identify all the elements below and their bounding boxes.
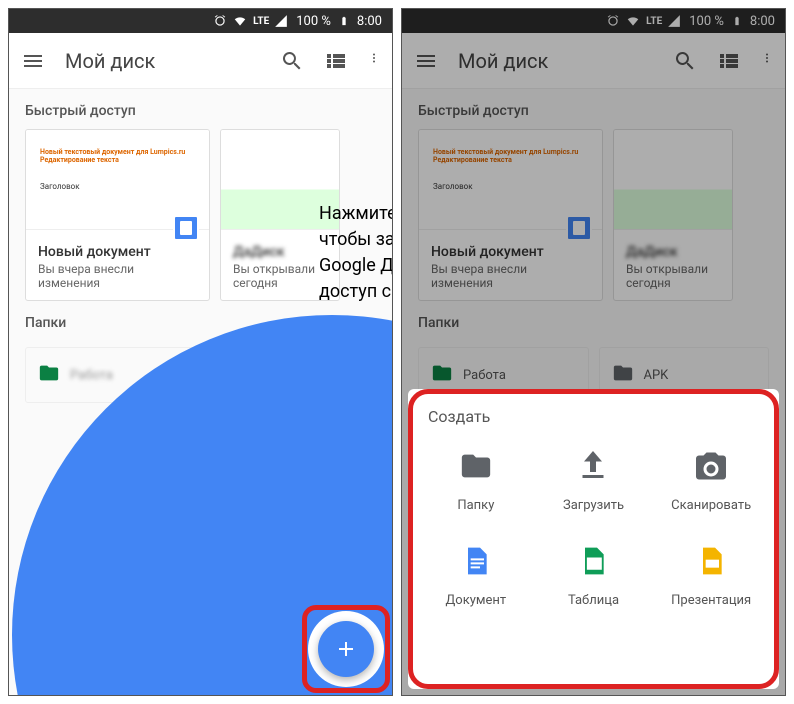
more-button[interactable] — [368, 49, 380, 73]
qa-title: Новый документ — [431, 244, 590, 260]
qa-title: ДаДиск — [626, 244, 720, 260]
view-toggle-button[interactable] — [717, 49, 741, 73]
folder-icon — [38, 362, 60, 388]
scan-button[interactable]: Сканировать — [657, 444, 765, 513]
clock-text: 8:00 — [750, 14, 775, 29]
quick-access-header: Быстрый доступ — [9, 89, 392, 129]
camera-icon — [689, 444, 733, 488]
item-label: Документ — [446, 593, 507, 608]
menu-button[interactable] — [21, 49, 45, 73]
signal-icon — [274, 14, 288, 28]
sheet-title: Создать — [422, 407, 765, 426]
app-bar: Мой диск — [9, 33, 392, 89]
lte-label: LTE — [646, 16, 662, 27]
alarm-icon — [213, 14, 227, 28]
clock-text: 8:00 — [357, 14, 382, 29]
list-view-icon — [717, 49, 741, 73]
battery-text: 100 % — [689, 14, 724, 29]
folder-icon — [431, 362, 453, 388]
create-slides-button[interactable]: Презентация — [657, 539, 765, 608]
quick-access-card[interactable]: Новый текстовый документ для Lumpics.ru … — [418, 129, 603, 301]
docs-badge-icon — [566, 215, 592, 241]
search-icon — [673, 49, 697, 73]
docs-badge-icon — [173, 215, 199, 241]
create-folder-button[interactable]: Папку — [422, 444, 530, 513]
battery-icon — [339, 14, 349, 28]
create-doc-button[interactable]: Документ — [422, 539, 530, 608]
qa-subtitle: Вы открывали сегодня — [626, 262, 720, 290]
status-bar: LTE 100 % 8:00 — [9, 9, 392, 33]
item-label: Сканировать — [671, 498, 751, 513]
qa-title: ДаДиск — [233, 244, 327, 260]
page-title: Мой диск — [458, 49, 653, 73]
sheet-thumbnail — [614, 130, 732, 230]
item-label: Таблица — [568, 593, 619, 608]
create-bottom-sheet: Создать Папку Загрузить Сканировать Доку… — [408, 389, 779, 689]
item-label: Загрузить — [563, 498, 624, 513]
app-bar: Мой диск — [402, 33, 785, 89]
folder-icon — [612, 362, 634, 388]
screen-create-sheet: LTE 100 % 8:00 Мой диск Быстрый доступ Н… — [401, 8, 786, 696]
hamburger-icon — [21, 49, 45, 73]
slides-icon — [689, 539, 733, 583]
coach-mark-text: Нажмите на значок "плюс", чтобы загрузит… — [319, 201, 393, 305]
doc-thumbnail: Новый текстовый документ для Lumpics.ru … — [419, 130, 602, 230]
folder-label: Работа — [463, 368, 506, 383]
item-label: Презентация — [671, 593, 751, 608]
page-title: Мой диск — [65, 49, 260, 73]
folders-header: Папки — [402, 301, 785, 341]
list-view-icon — [324, 49, 348, 73]
qa-subtitle: Вы вчера внесли изменения — [431, 262, 590, 290]
folder-label: APK — [644, 368, 669, 383]
wifi-icon — [625, 14, 641, 28]
more-vert-icon — [368, 52, 380, 64]
search-icon — [280, 49, 304, 73]
upload-button[interactable]: Загрузить — [540, 444, 648, 513]
battery-text: 100 % — [296, 14, 331, 29]
qa-title: Новый документ — [38, 244, 197, 260]
more-vert-icon — [761, 52, 773, 64]
search-button[interactable] — [280, 49, 304, 73]
doc-thumbnail: Новый текстовый документ для Lumpics.ru … — [26, 130, 209, 230]
quick-access-card[interactable]: ДаДиск Вы открывали сегодня — [613, 129, 733, 301]
folder-icon — [454, 444, 498, 488]
upload-icon — [571, 444, 615, 488]
menu-button[interactable] — [414, 49, 438, 73]
qa-subtitle: Вы открывали сегодня — [233, 262, 327, 290]
view-toggle-button[interactable] — [324, 49, 348, 73]
wifi-icon — [232, 14, 248, 28]
alarm-icon — [606, 14, 620, 28]
create-sheet-button[interactable]: Таблица — [540, 539, 648, 608]
docs-icon — [454, 539, 498, 583]
quick-access-row: Новый текстовый документ для Lumpics.ru … — [402, 129, 785, 301]
status-bar: LTE 100 % 8:00 — [402, 9, 785, 33]
folder-label: Работа — [70, 368, 113, 383]
search-button[interactable] — [673, 49, 697, 73]
quick-access-card[interactable]: Новый текстовый документ для Lumpics.ru … — [25, 129, 210, 301]
hamburger-icon — [414, 49, 438, 73]
item-label: Папку — [457, 498, 494, 513]
sheets-icon — [571, 539, 615, 583]
annotation-fab-highlight — [302, 605, 390, 693]
more-button[interactable] — [761, 49, 773, 73]
lte-label: LTE — [253, 16, 269, 27]
quick-access-header: Быстрый доступ — [402, 89, 785, 129]
qa-subtitle: Вы вчера внесли изменения — [38, 262, 197, 290]
signal-icon — [667, 14, 681, 28]
screen-coach-mark: LTE 100 % 8:00 Мой диск Быстрый доступ — [8, 8, 393, 696]
battery-icon — [732, 14, 742, 28]
